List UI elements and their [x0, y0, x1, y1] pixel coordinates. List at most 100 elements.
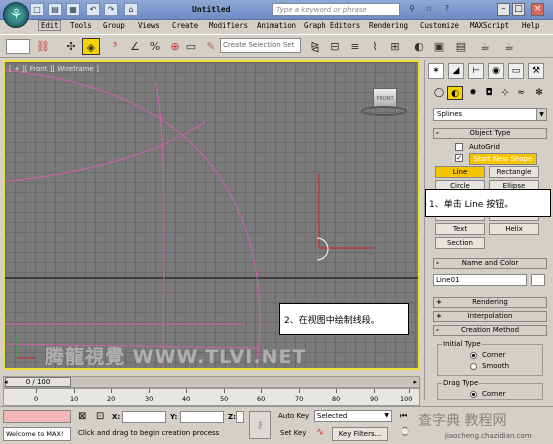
create-tab-icon[interactable]: ✶	[428, 63, 444, 79]
category-dropdown[interactable]: Splines ▼	[433, 108, 547, 121]
prev-frame-icon[interactable]: ◂	[4, 378, 8, 386]
time-slider-thumb[interactable]: 0 / 100	[5, 377, 71, 387]
display-tab-icon[interactable]: ▭	[508, 63, 524, 79]
binoculars-icon[interactable]: ⚲	[405, 3, 419, 16]
rollout-creation-method[interactable]: - Creation Method	[433, 325, 547, 336]
geometry-icon[interactable]: ◯	[431, 86, 447, 100]
rectangle-button[interactable]: Rectangle	[489, 166, 539, 178]
lock-selection-icon[interactable]: ⊠	[78, 411, 86, 422]
select-object-icon[interactable]: ◈	[82, 38, 100, 55]
project-folder-icon[interactable]: ⌂	[124, 3, 138, 16]
align-icon[interactable]: ⊟	[326, 38, 344, 55]
key-icon[interactable]: ⚷	[249, 411, 271, 439]
helpers-icon[interactable]: ⊹	[497, 86, 513, 100]
systems-icon[interactable]: ✻	[531, 86, 547, 100]
help-icon[interactable]: ?	[440, 3, 454, 16]
percent-snap-icon[interactable]: %	[146, 38, 164, 55]
start-new-shape-button[interactable]: Start New Shape	[469, 153, 537, 165]
open-file-icon[interactable]: ▤	[48, 3, 62, 16]
star-icon[interactable]: ☆	[422, 3, 436, 16]
corner-watermark: 查字典 教程网	[418, 413, 507, 429]
key-mode-icon[interactable]: ∿	[316, 427, 324, 438]
autogrid-checkbox[interactable]	[455, 143, 463, 151]
next-frame-icon[interactable]: ▸	[413, 378, 417, 386]
menu-rendering[interactable]: Rendering	[369, 21, 408, 30]
undo-icon[interactable]: ↶	[86, 3, 100, 16]
motion-tab-icon[interactable]: ◉	[488, 63, 504, 79]
search-input[interactable]: Type a keyword or phrase	[272, 3, 400, 16]
new-file-icon[interactable]: □	[30, 3, 44, 16]
y-coord-input[interactable]	[180, 411, 224, 423]
time-config-icon[interactable]: ⌚	[400, 427, 410, 436]
menu-views[interactable]: Views	[138, 21, 160, 30]
angle-snap-icon[interactable]: ∠	[126, 38, 144, 55]
auto-key-button[interactable]: Auto Key	[278, 412, 309, 420]
maxscript-listener-field[interactable]	[3, 410, 71, 423]
rollout-rendering[interactable]: + Rendering	[433, 297, 547, 308]
bind-space-warp-icon[interactable]: ✣	[62, 38, 80, 55]
lights-icon[interactable]: ✸	[465, 86, 481, 100]
edit-named-selection-icon[interactable]: ▭	[182, 38, 200, 55]
shapes-icon[interactable]: ◐	[447, 86, 463, 100]
initial-smooth-radio[interactable]	[470, 363, 477, 370]
render-setup-icon[interactable]: ▣	[430, 38, 448, 55]
set-key-button[interactable]: Set Key	[280, 429, 306, 437]
menu-help[interactable]: Help	[522, 21, 539, 30]
select-and-link-icon[interactable]: ⛓	[34, 38, 52, 55]
menu-modifiers[interactable]: Modifiers	[209, 21, 248, 30]
utilities-tab-icon[interactable]: ⚒	[528, 63, 544, 79]
save-icon[interactable]: ▦	[66, 3, 80, 16]
go-to-start-icon[interactable]: ⏮	[400, 411, 407, 421]
object-color-swatch[interactable]	[531, 274, 545, 286]
menu-tools[interactable]: Tools	[70, 21, 92, 30]
front-viewport[interactable]: [ + ][ Front ][ Wireframe ] FRONT 腾龍視覺 W…	[3, 60, 420, 370]
modify-tab-icon[interactable]: ◢	[448, 63, 464, 79]
minimize-button[interactable]: –	[497, 3, 510, 16]
menu-animation[interactable]: Animation	[257, 21, 296, 30]
menu-customize[interactable]: Customize	[420, 21, 459, 30]
menu-graph-editors[interactable]: Graph Editors	[304, 21, 360, 30]
menu-group[interactable]: Group	[103, 21, 125, 30]
pencil-icon[interactable]: ✎	[202, 38, 220, 55]
x-coord-input[interactable]	[122, 411, 166, 423]
snap-toggle-icon[interactable]: ³	[106, 38, 124, 55]
selection-filter-dropdown[interactable]	[6, 39, 30, 54]
cameras-icon[interactable]: ◘	[481, 86, 497, 100]
rollout-object-type[interactable]: - Object Type	[433, 128, 547, 139]
material-editor-icon[interactable]: ◐	[410, 38, 428, 55]
maxscript-output[interactable]: Welcome to MAX!	[3, 427, 71, 441]
curve-editor-icon[interactable]: ⌇	[366, 38, 384, 55]
close-button[interactable]: ×	[531, 3, 544, 16]
menu-create[interactable]: Create	[172, 21, 198, 30]
named-selection-set-field[interactable]: Create Selection Set	[220, 38, 301, 53]
rollout-interpolation[interactable]: + Interpolation	[433, 311, 547, 322]
maximize-button[interactable]: □	[512, 3, 525, 16]
rendered-frame-icon[interactable]: ▤	[452, 38, 470, 55]
start-new-shape-checkbox[interactable]: ✓	[455, 154, 463, 162]
menu-maxscript[interactable]: MAXScript	[470, 21, 509, 30]
redo-icon[interactable]: ↷	[104, 3, 118, 16]
menu-edit[interactable]: Edit	[38, 20, 62, 31]
z-coord-input[interactable]	[236, 411, 244, 423]
mirror-icon[interactable]: ⧎	[306, 38, 324, 55]
initial-corner-radio[interactable]	[470, 352, 477, 359]
track-bar[interactable]: 0 10 20 30 40 50 60 70 80 90 100	[3, 388, 420, 406]
app-logo-icon[interactable]: ⚘	[3, 2, 29, 28]
absolute-transform-icon[interactable]: ⊡	[96, 411, 104, 422]
hierarchy-tab-icon[interactable]: ⊢	[468, 63, 484, 79]
helix-button[interactable]: Helix	[489, 223, 539, 235]
section-button[interactable]: Section	[435, 237, 485, 249]
key-selection-dropdown[interactable]: Selected ▼	[314, 410, 392, 422]
drag-corner-radio[interactable]	[470, 391, 477, 398]
schematic-view-icon[interactable]: ⊞	[386, 38, 404, 55]
render-production-icon[interactable]: ☕	[476, 38, 494, 55]
space-warps-icon[interactable]: ≈	[513, 86, 529, 100]
render-teapot-icon[interactable]: ☕	[500, 38, 518, 55]
text-button[interactable]: Text	[435, 223, 485, 235]
object-name-input[interactable]: Line01	[433, 274, 527, 286]
rollout-name-color[interactable]: - Name and Color	[433, 258, 547, 269]
layer-manager-icon[interactable]: ≡	[346, 38, 364, 55]
time-slider[interactable]: 0 / 100 ◂ ▸	[3, 376, 420, 388]
line-button[interactable]: Line	[435, 166, 485, 178]
key-filters-button[interactable]: Key Filters...	[332, 427, 388, 441]
